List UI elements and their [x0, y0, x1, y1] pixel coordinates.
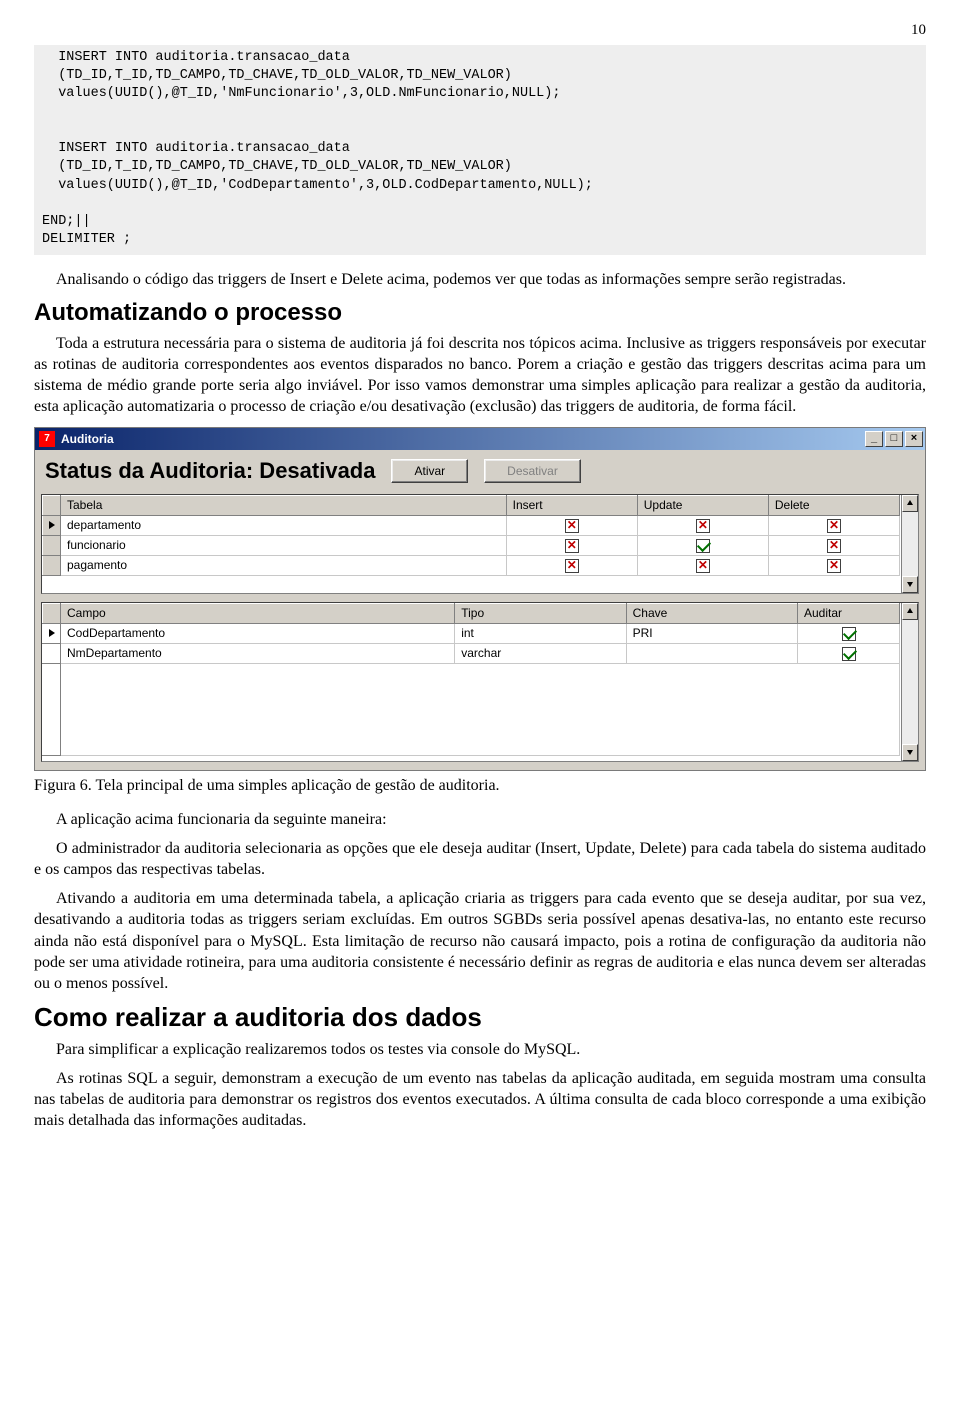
- cell-type[interactable]: varchar: [455, 643, 626, 663]
- scroll-up-icon[interactable]: [902, 603, 918, 620]
- cell-insert[interactable]: [506, 515, 637, 535]
- checkbox-icon: [696, 539, 710, 553]
- cell-update[interactable]: [637, 535, 768, 555]
- cell-auditar[interactable]: [798, 623, 900, 643]
- checkbox-icon: [827, 539, 841, 553]
- col-header[interactable]: Tabela: [61, 495, 507, 515]
- cell-table-name[interactable]: pagamento: [61, 555, 507, 575]
- col-header[interactable]: Delete: [768, 495, 899, 515]
- checkbox-icon: [565, 559, 579, 573]
- col-header[interactable]: Auditar: [798, 603, 900, 623]
- app-icon: 7: [39, 431, 55, 447]
- table-row[interactable]: NmDepartamento varchar: [43, 643, 900, 663]
- desativar-button[interactable]: Desativar: [484, 459, 581, 483]
- cell-table-name[interactable]: departamento: [61, 515, 507, 535]
- code-block-sql: INSERT INTO auditoria.transacao_data (TD…: [34, 45, 926, 255]
- cell-key[interactable]: PRI: [626, 623, 797, 643]
- row-indicator-icon: [43, 515, 61, 535]
- cell-type[interactable]: int: [455, 623, 626, 643]
- cell-field-name[interactable]: CodDepartamento: [61, 623, 455, 643]
- cell-insert[interactable]: [506, 535, 637, 555]
- scroll-down-icon[interactable]: [902, 576, 918, 593]
- checkbox-icon: [565, 519, 579, 533]
- checkbox-icon: [565, 539, 579, 553]
- col-header[interactable]: Tipo: [455, 603, 626, 623]
- section-heading-automation: Automatizando o processo: [34, 299, 926, 327]
- scrollbar-vertical[interactable]: [901, 603, 918, 761]
- table-header-row: Tabela Insert Update Delete: [43, 495, 900, 515]
- cell-key[interactable]: [626, 643, 797, 663]
- cell-delete[interactable]: [768, 515, 899, 535]
- col-header[interactable]: Insert: [506, 495, 637, 515]
- paragraph: Analisando o código das triggers de Inse…: [34, 269, 926, 290]
- checkbox-icon: [842, 647, 856, 661]
- table-row[interactable]: pagamento: [43, 555, 900, 575]
- paragraph: A aplicação acima funcionaria da seguint…: [34, 809, 926, 830]
- close-button[interactable]: ×: [905, 431, 923, 447]
- checkbox-icon: [696, 519, 710, 533]
- col-header[interactable]: Campo: [61, 603, 455, 623]
- scroll-down-icon[interactable]: [902, 744, 918, 761]
- checkbox-icon: [696, 559, 710, 573]
- table-header-row: Campo Tipo Chave Auditar: [43, 603, 900, 623]
- row-indicator-icon: [43, 623, 61, 643]
- cell-auditar[interactable]: [798, 643, 900, 663]
- table-row[interactable]: departamento: [43, 515, 900, 535]
- cell-table-name[interactable]: funcionario: [61, 535, 507, 555]
- app-window: 7 Auditoria _ □ × Status da Auditoria: D…: [34, 427, 926, 771]
- cell-insert[interactable]: [506, 555, 637, 575]
- cell-delete[interactable]: [768, 555, 899, 575]
- paragraph: O administrador da auditoria selecionari…: [34, 838, 926, 880]
- cell-delete[interactable]: [768, 535, 899, 555]
- section-heading-how-to-audit: Como realizar a auditoria dos dados: [34, 1002, 926, 1033]
- title-bar[interactable]: 7 Auditoria _ □ ×: [35, 428, 925, 450]
- cell-field-name[interactable]: NmDepartamento: [61, 643, 455, 663]
- table-row[interactable]: CodDepartamento int PRI: [43, 623, 900, 643]
- table-row[interactable]: funcionario: [43, 535, 900, 555]
- checkbox-icon: [827, 519, 841, 533]
- status-label: Status da Auditoria: Desativada: [45, 458, 375, 484]
- col-header[interactable]: Chave: [626, 603, 797, 623]
- col-header[interactable]: Update: [637, 495, 768, 515]
- ativar-button[interactable]: Ativar: [391, 459, 468, 483]
- maximize-button[interactable]: □: [885, 431, 903, 447]
- page-number: 10: [34, 22, 926, 39]
- cell-update[interactable]: [637, 555, 768, 575]
- window-title: Auditoria: [61, 432, 865, 446]
- minimize-button[interactable]: _: [865, 431, 883, 447]
- status-row: Status da Auditoria: Desativada Ativar D…: [35, 450, 925, 494]
- checkbox-icon: [827, 559, 841, 573]
- checkbox-icon: [842, 627, 856, 641]
- paragraph: As rotinas SQL a seguir, demonstram a ex…: [34, 1068, 926, 1131]
- fields-grid[interactable]: Campo Tipo Chave Auditar CodDepartamento…: [41, 602, 919, 762]
- scrollbar-vertical[interactable]: [901, 495, 918, 593]
- figure-caption: Figura 6. Tela principal de uma simples …: [34, 777, 926, 795]
- table-blank-area: [43, 663, 900, 755]
- scroll-up-icon[interactable]: [902, 495, 918, 512]
- tables-grid[interactable]: Tabela Insert Update Delete departamento: [41, 494, 919, 594]
- paragraph: Para simplificar a explicação realizarem…: [34, 1039, 926, 1060]
- paragraph: Ativando a auditoria em uma determinada …: [34, 888, 926, 994]
- paragraph: Toda a estrutura necessária para o siste…: [34, 333, 926, 417]
- cell-update[interactable]: [637, 515, 768, 535]
